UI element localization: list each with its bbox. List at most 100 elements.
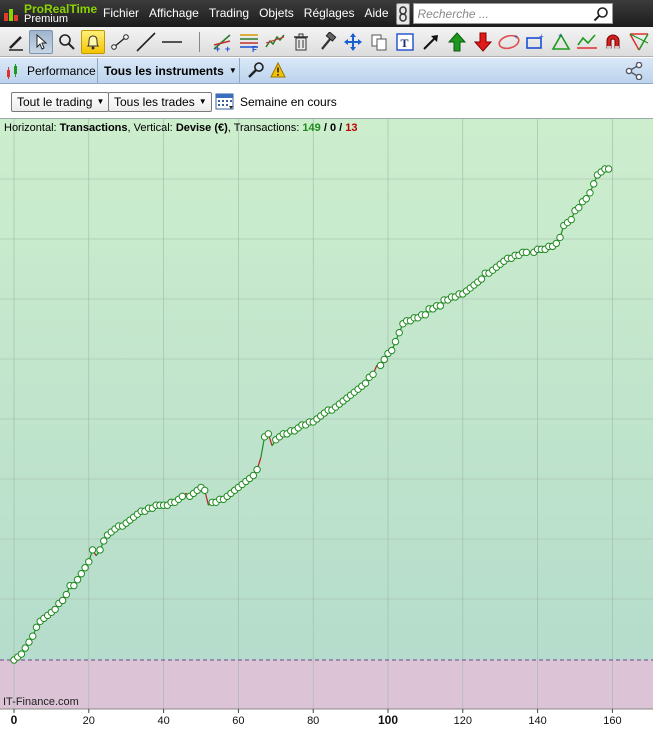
trade-point [264,430,273,438]
chevron-down-icon: ▼ [198,97,207,106]
menu-file[interactable]: Fichier [98,0,144,27]
menu-objects[interactable]: Objets [254,0,299,27]
svg-text:F: F [252,45,257,53]
tab-performance-label: Performance [27,63,96,78]
trade-point [201,486,209,495]
svg-text:+: + [215,44,220,53]
losing-count: 13 [345,122,358,134]
search-input[interactable] [413,4,589,23]
trade-point [253,465,261,474]
horizontal-value: Transactions [59,122,128,134]
cursor-icon[interactable] [29,30,53,54]
equity-chart-svg: 0 20 40 60 80 100 120 140 160 [0,119,653,730]
vertical-label: , Vertical: [127,122,173,134]
toolbar-separator [199,32,200,52]
calendar-icon[interactable] [215,91,235,111]
count-separator: / [320,122,330,134]
trade-point [21,644,29,652]
trade-point [77,570,86,578]
trade-point [376,361,385,370]
menu-help[interactable]: Aide [359,0,393,27]
search-box [412,3,613,24]
link-icon[interactable] [395,2,410,25]
period-label[interactable]: Semaine en cours [240,95,337,109]
copy-icon[interactable] [367,30,391,54]
alert-bell-icon[interactable] [81,30,105,54]
magnet-icon[interactable] [601,30,625,54]
trade-point [62,590,71,599]
x-tick-label: 80 [307,715,319,727]
trades-filter-dropdown[interactable]: Tous les trades ▼ [108,92,212,112]
trade-point [436,302,445,310]
x-tick-label: 120 [454,715,472,727]
trade-point [421,311,430,319]
trade-point [85,558,93,566]
trade-point [25,638,33,646]
wrench-icon[interactable] [246,62,264,80]
trade-point [249,471,258,480]
segment-tool-icon[interactable] [108,30,132,54]
x-tick-label: 0 [11,713,18,727]
trade-point [32,623,41,631]
x-tick-label: 60 [232,715,244,727]
trade-point [178,492,187,501]
indicators-icon[interactable]: + + [211,30,235,54]
arrow-tool-icon[interactable] [419,30,443,54]
up-arrow-icon[interactable] [445,30,469,54]
warning-icon[interactable] [270,62,286,78]
svg-text:T: T [401,36,409,50]
negative-zone [0,660,653,709]
horizontal-line-icon[interactable] [160,30,184,54]
menu-settings[interactable]: Réglages [299,0,360,27]
triangle-tool-icon[interactable]: + [549,30,573,54]
trade-point [73,575,82,584]
trade-point [81,564,89,572]
trade-point [88,546,97,554]
trade-point [395,328,403,337]
trade-point [586,189,594,197]
search-icon[interactable] [593,6,609,22]
trade-point [96,546,104,554]
hammer-icon[interactable] [315,30,339,54]
move-icon[interactable] [341,30,365,54]
svg-text:+: + [225,44,230,53]
menu-trading[interactable]: Trading [204,0,254,27]
x-tick-label: 20 [83,715,95,727]
zoom-icon[interactable] [55,30,79,54]
trade-point [51,605,59,614]
fibonacci-icon[interactable]: F [237,30,261,54]
instruments-dropdown[interactable]: Tous les instruments ▼ [98,58,240,83]
trade-point [556,233,564,242]
pencil-icon[interactable] [4,30,28,54]
share-icon[interactable] [625,62,643,80]
trading-filter-dropdown[interactable]: Tout le trading ▼ [11,92,110,112]
drawing-toolbar: + + F T + + + [0,27,653,57]
tab-performance[interactable]: Performance [0,58,98,83]
line-tool-icon[interactable] [134,30,158,54]
trade-point [380,355,388,364]
logo-bars-icon [4,7,20,21]
x-axis-band [0,709,653,730]
trend-lines-icon[interactable] [263,30,287,54]
svg-text:+: + [514,34,518,41]
count-separator: / [336,122,346,134]
x-tick-label: 100 [378,713,398,727]
text-tool-icon[interactable]: T [393,30,417,54]
x-tick-label: 40 [157,715,169,727]
down-arrow-icon[interactable] [471,30,495,54]
trade-point [604,165,613,173]
equity-curve-chart: 0 20 40 60 80 100 120 140 160 Horizontal: Transa… [0,118,653,730]
trade-point [582,195,590,203]
trade-point [100,537,108,545]
menu-view[interactable]: Affichage [144,0,204,27]
performance-chart-icon [7,63,17,79]
gann-fan-icon[interactable] [627,30,651,54]
trash-icon[interactable] [289,30,313,54]
svg-text:+: + [539,32,544,41]
x-tick-label: 160 [603,715,621,727]
vertical-value: Devise (€) [175,122,228,134]
ellipse-tool-icon[interactable]: + [497,30,521,54]
trend-channel-icon[interactable] [575,30,599,54]
app-logo[interactable]: ProRealTime Premium [0,0,98,27]
rectangle-tool-icon[interactable]: + [523,30,547,54]
